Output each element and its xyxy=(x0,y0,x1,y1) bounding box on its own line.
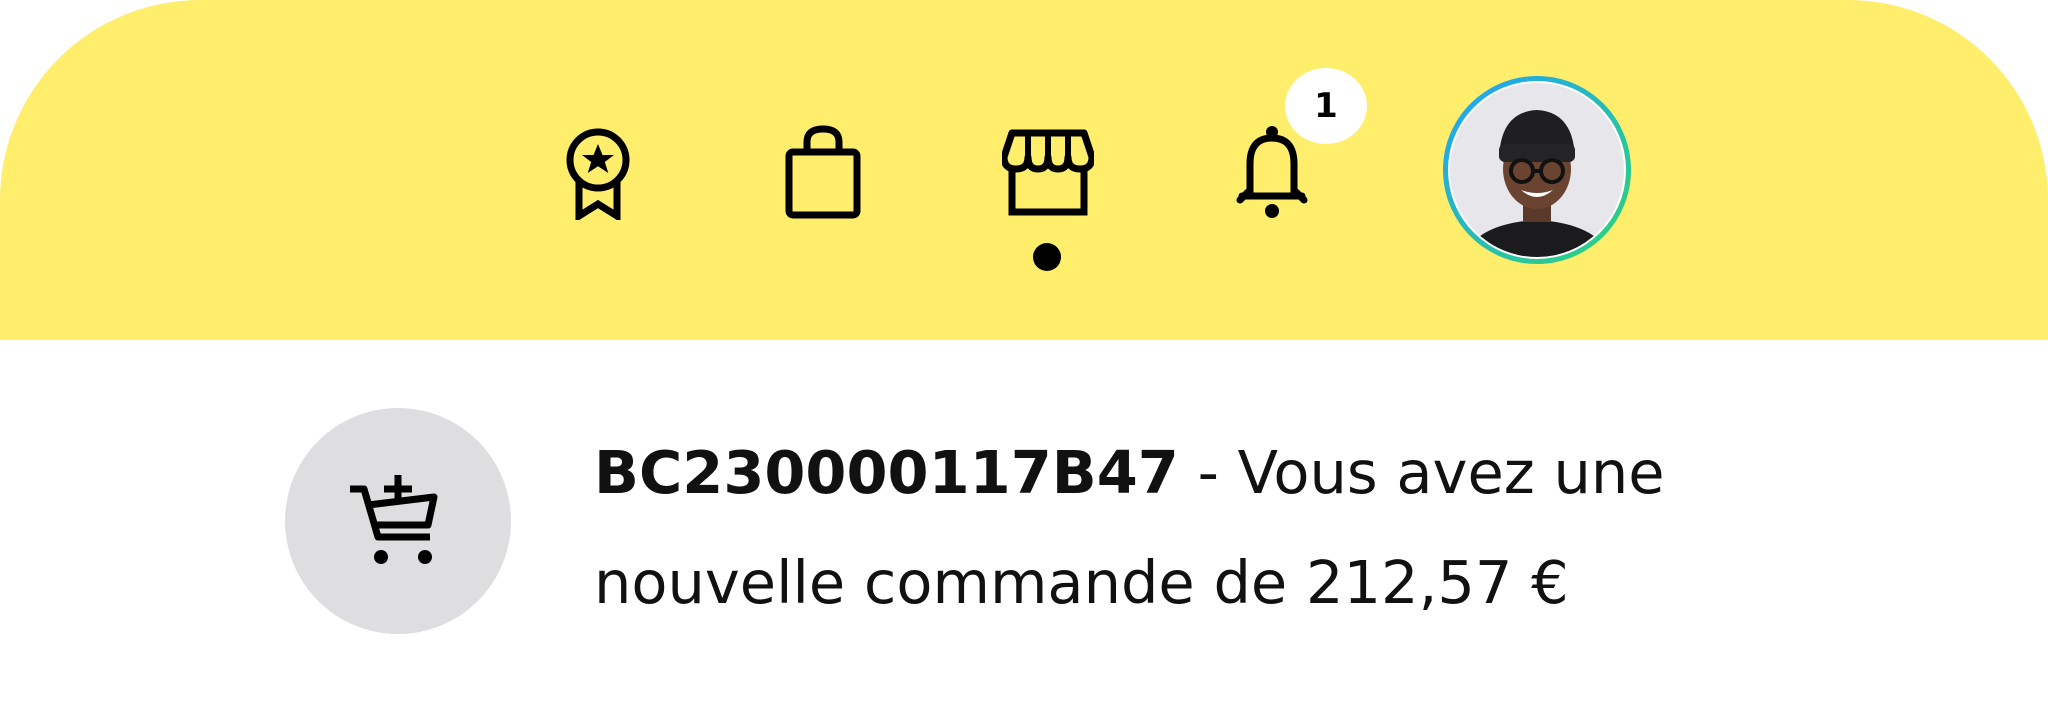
store-icon[interactable] xyxy=(1002,129,1094,217)
app-screen: 1 BC230000117B47 - Vous avez une nouvell… xyxy=(0,0,2048,727)
order-reference: BC230000117B47 xyxy=(594,438,1179,507)
notification-item[interactable]: BC230000117B47 - Vous avez une nouvelle … xyxy=(0,340,2048,727)
top-nav-bar: 1 xyxy=(0,0,2048,340)
notification-count-badge: 1 xyxy=(1285,68,1367,144)
notification-icon-circle xyxy=(285,408,511,634)
award-icon[interactable] xyxy=(562,124,634,220)
active-tab-indicator xyxy=(1033,243,1061,271)
notification-message: BC230000117B47 - Vous avez une nouvelle … xyxy=(594,418,1834,638)
avatar[interactable] xyxy=(1441,74,1633,266)
shopping-bag-icon[interactable] xyxy=(784,124,862,220)
bell-icon[interactable] xyxy=(1232,124,1312,220)
cart-plus-icon xyxy=(350,475,438,564)
